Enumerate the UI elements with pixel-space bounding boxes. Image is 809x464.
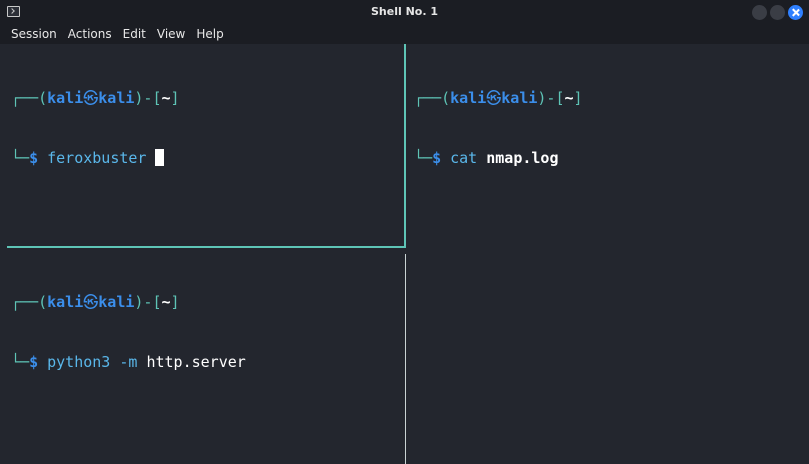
- terminal-pane-top-left[interactable]: ┌──(kali㉿kali)-[~] └─$ feroxbuster: [0, 44, 404, 247]
- close-button[interactable]: [788, 5, 803, 20]
- prompt-host: kali: [98, 293, 135, 311]
- window-title: Shell No. 1: [370, 5, 438, 18]
- prompt-bracket: )-[: [537, 89, 565, 107]
- menu-actions[interactable]: Actions: [68, 27, 112, 41]
- prompt-host: kali: [501, 89, 538, 107]
- vertical-split-divider[interactable]: [404, 44, 406, 248]
- prompt-box-bottom: └─: [414, 149, 433, 167]
- command-arg-module: http.server: [146, 353, 246, 371]
- prompt-box-bottom: └─: [11, 353, 30, 371]
- command-line: └─$ feroxbuster: [11, 148, 180, 168]
- prompt-dollar: $: [29, 353, 39, 371]
- prompt-line: ┌──(kali㉿kali)-[~]: [414, 88, 583, 108]
- prompt-bracket-close: ]: [170, 293, 180, 311]
- command-text: python3: [47, 353, 111, 371]
- prompt-dir: ~: [161, 89, 171, 107]
- horizontal-split-divider[interactable]: [7, 246, 405, 248]
- prompt-dollar: $: [29, 149, 39, 167]
- terminal-output: ┌──(kali㉿kali)-[~] └─$ python3 -m http.s…: [11, 252, 246, 412]
- terminal-pane-bottom-left[interactable]: ┌──(kali㉿kali)-[~] └─$ python3 -m http.s…: [0, 248, 404, 464]
- kali-separator-icon: ㉿: [83, 293, 99, 311]
- prompt-box-top: ┌──(: [11, 89, 48, 107]
- command-text: cat: [450, 149, 478, 167]
- kali-separator-icon: ㉿: [486, 89, 502, 107]
- command-line: └─$ python3 -m http.server: [11, 352, 246, 372]
- prompt-dir: ~: [564, 89, 574, 107]
- command-args: -m: [119, 353, 138, 371]
- maximize-button[interactable]: [770, 5, 785, 20]
- prompt-user: kali: [47, 89, 84, 107]
- terminal-pane-right[interactable]: ┌──(kali㉿kali)-[~] └─$ cat nmap.log: [406, 44, 809, 464]
- menu-view[interactable]: View: [157, 27, 185, 41]
- prompt-dollar: $: [432, 149, 442, 167]
- menu-help[interactable]: Help: [196, 27, 223, 41]
- minimize-button[interactable]: [752, 5, 767, 20]
- kali-separator-icon: ㉿: [83, 89, 99, 107]
- text-cursor: [155, 149, 165, 166]
- terminal-output: ┌──(kali㉿kali)-[~] └─$ cat nmap.log: [414, 48, 583, 208]
- prompt-host: kali: [98, 89, 135, 107]
- prompt-box-top: ┌──(: [414, 89, 451, 107]
- prompt-box-top: ┌──(: [11, 293, 48, 311]
- prompt-dir: ~: [161, 293, 171, 311]
- title-bar: Shell No. 1: [0, 0, 809, 24]
- prompt-line: ┌──(kali㉿kali)-[~]: [11, 88, 180, 108]
- prompt-user: kali: [47, 293, 84, 311]
- command-line: └─$ cat nmap.log: [414, 148, 583, 168]
- prompt-bracket-close: ]: [170, 89, 180, 107]
- terminal-output: ┌──(kali㉿kali)-[~] └─$ feroxbuster: [11, 48, 180, 208]
- prompt-box-bottom: └─: [11, 149, 30, 167]
- menu-edit[interactable]: Edit: [123, 27, 146, 41]
- command-arg-file: nmap.log: [486, 149, 559, 167]
- prompt-line: ┌──(kali㉿kali)-[~]: [11, 292, 246, 312]
- prompt-bracket: )-[: [134, 89, 162, 107]
- vertical-split-divider-lower[interactable]: [405, 254, 406, 464]
- prompt-bracket: )-[: [134, 293, 162, 311]
- prompt-user: kali: [450, 89, 487, 107]
- menu-session[interactable]: Session: [11, 27, 57, 41]
- menu-bar: Session Actions Edit View Help: [0, 24, 809, 44]
- command-text: feroxbuster: [47, 149, 147, 167]
- prompt-bracket-close: ]: [573, 89, 583, 107]
